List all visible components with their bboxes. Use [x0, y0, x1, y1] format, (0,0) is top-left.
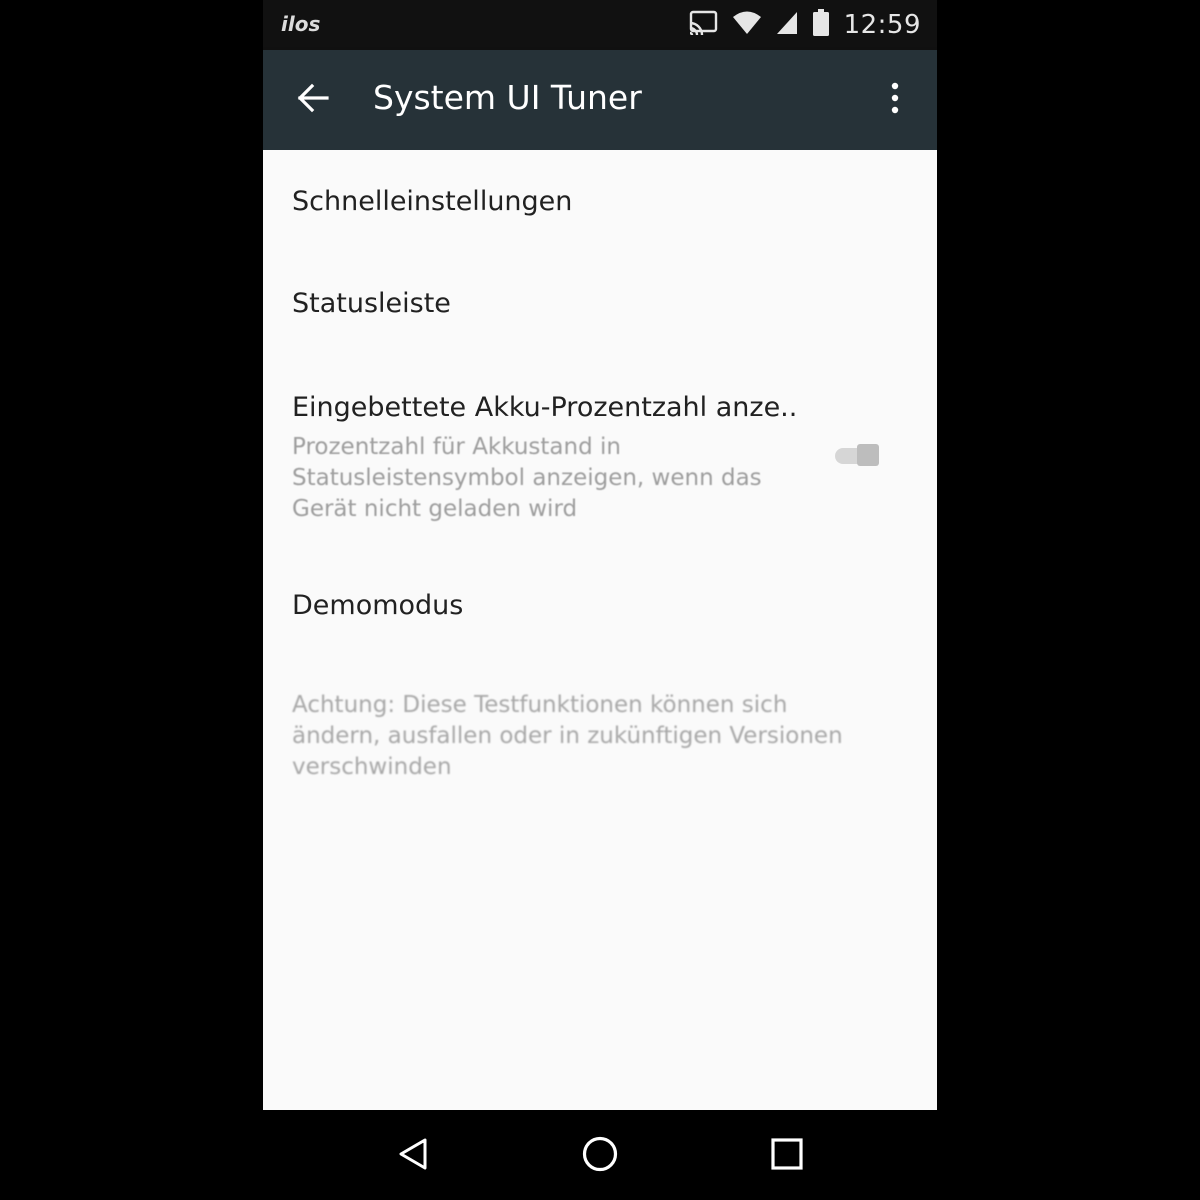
- toolbar: System UI Tuner: [263, 50, 937, 150]
- arrow-back-icon: [295, 80, 331, 120]
- carrier-icon: ilos: [281, 12, 321, 36]
- phone-screen: ilos 12:59 System UI Tuner Schnelleinste…: [263, 0, 937, 1200]
- battery-percentage-switch[interactable]: [831, 440, 881, 470]
- pref-title: Statusleiste: [292, 288, 451, 319]
- signal-icon: [776, 10, 798, 40]
- nav-recents-button[interactable]: [757, 1130, 817, 1182]
- nav-back-button[interactable]: [383, 1130, 443, 1182]
- battery-icon: [812, 9, 830, 41]
- cast-icon: [688, 10, 718, 40]
- page-title: System UI Tuner: [373, 78, 642, 117]
- pref-title: Eingebettete Akku-Prozentzahl anze..: [292, 392, 798, 423]
- status-time: 12:59: [843, 10, 921, 40]
- overflow-menu-button[interactable]: [867, 72, 923, 128]
- back-triangle-icon: [395, 1136, 431, 1176]
- pref-demo-mode[interactable]: Demomodus: [263, 552, 937, 654]
- back-button[interactable]: [285, 72, 341, 128]
- status-bar: ilos 12:59: [263, 0, 937, 50]
- navigation-bar: [263, 1110, 937, 1200]
- warning-note: Achtung: Diese Testfunktionen können sic…: [292, 692, 843, 780]
- pref-summary: Prozentzahl für Akkustand in Statusleist…: [292, 434, 762, 522]
- more-vert-icon: [889, 80, 901, 120]
- switch-thumb: [857, 444, 879, 466]
- wifi-icon: [732, 10, 762, 40]
- recents-square-icon: [770, 1137, 804, 1175]
- nav-home-button[interactable]: [570, 1130, 630, 1182]
- pref-title: Demomodus: [292, 590, 464, 621]
- pref-quick-settings[interactable]: Schnelleinstellungen: [263, 150, 937, 252]
- home-circle-icon: [581, 1135, 619, 1177]
- pref-title: Schnelleinstellungen: [292, 186, 573, 217]
- settings-list: Schnelleinstellungen Statusleiste Eingeb…: [263, 150, 937, 1110]
- status-icons: 12:59: [688, 8, 921, 42]
- pref-status-bar[interactable]: Statusleiste: [263, 252, 937, 354]
